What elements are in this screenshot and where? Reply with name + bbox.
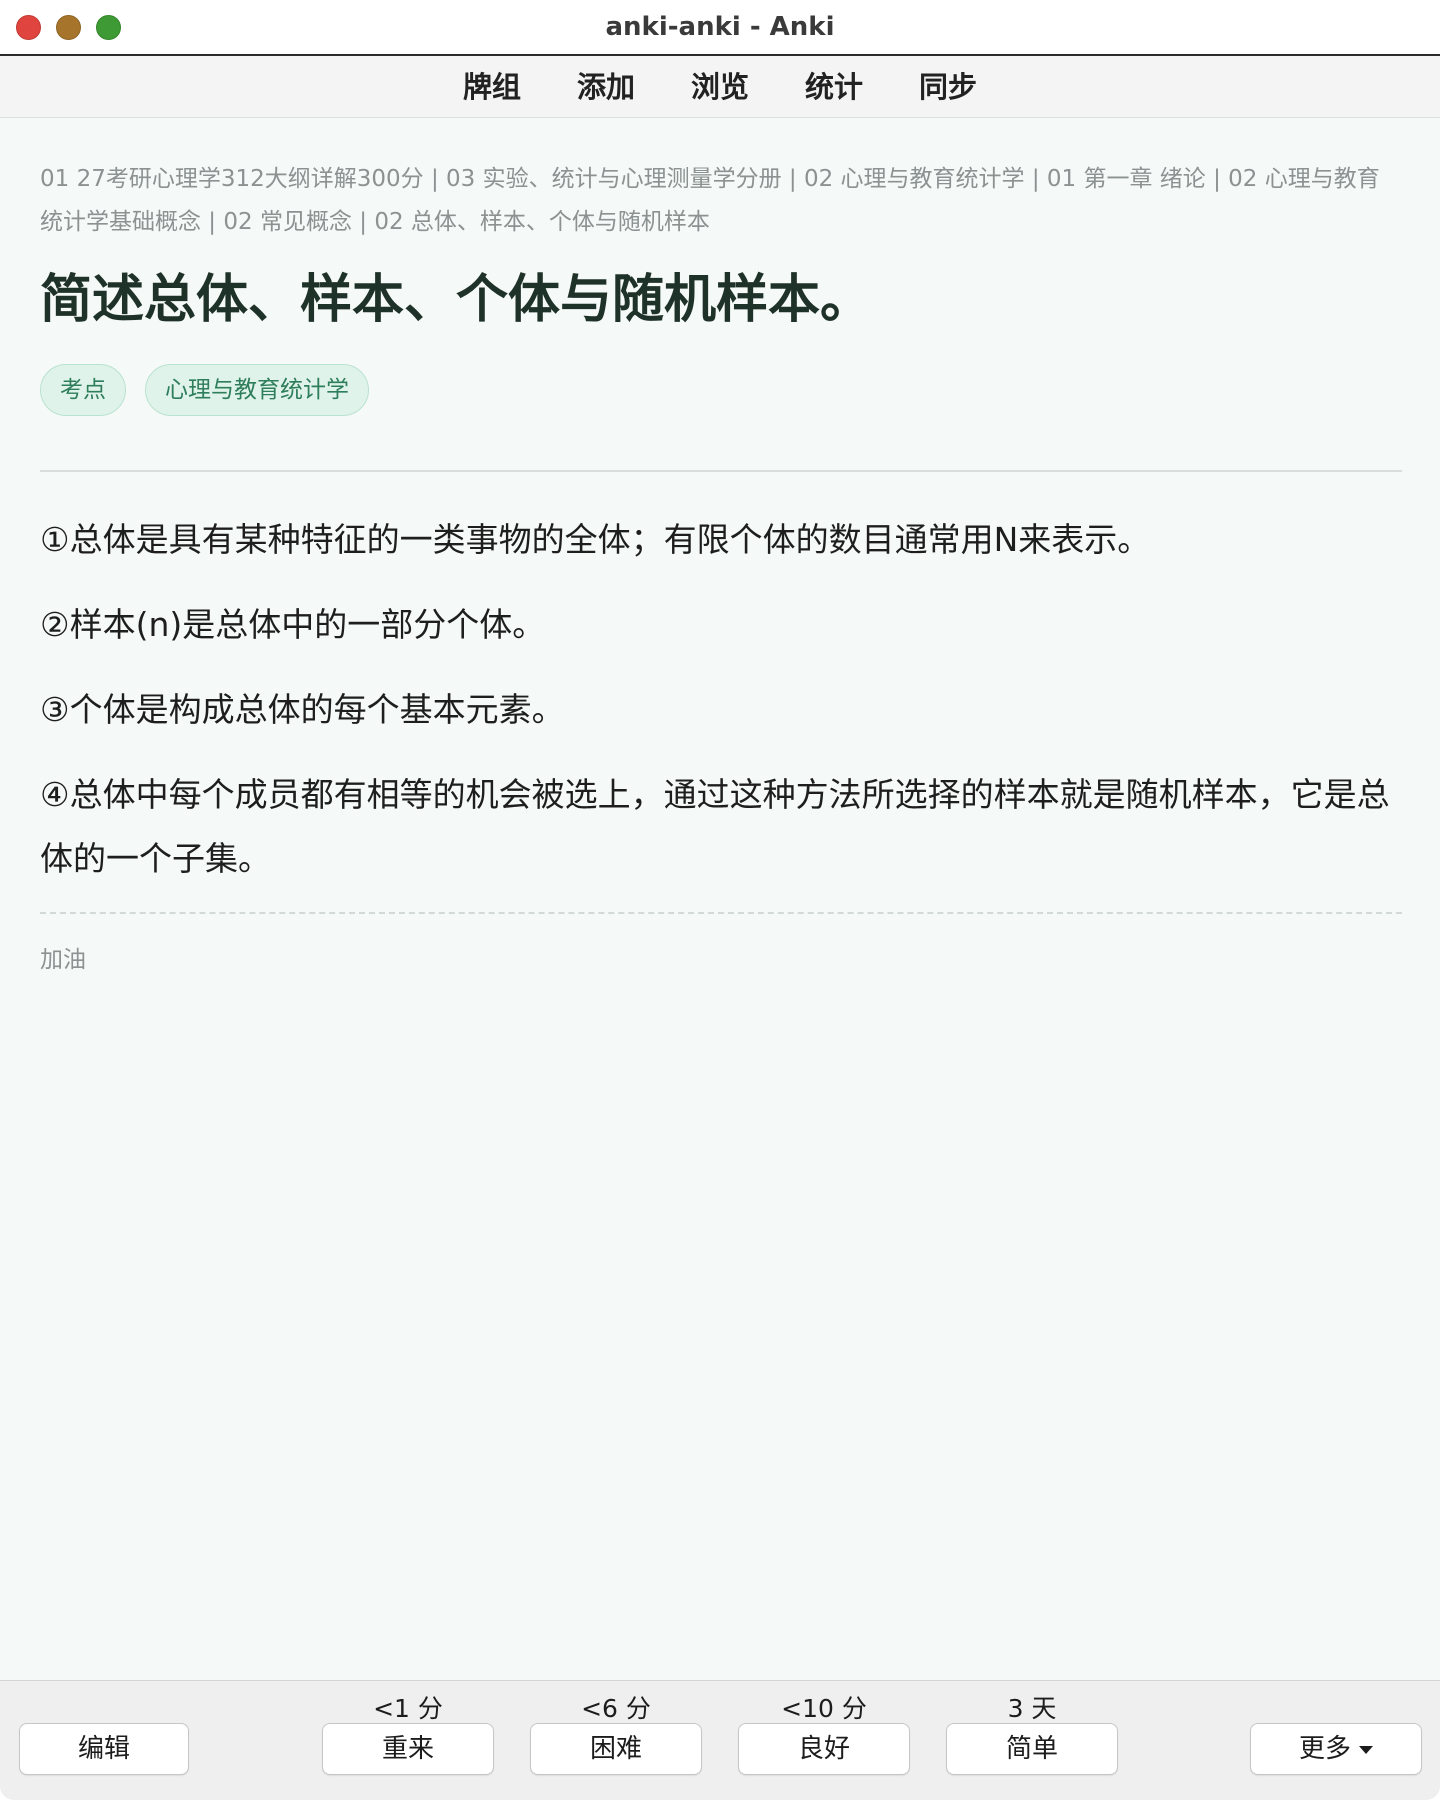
more-button[interactable]: 更多 [1250,1723,1422,1775]
toolbar-stats[interactable]: 统计 [805,67,863,107]
card-question: 简述总体、样本、个体与随机样本。 [40,270,873,330]
card-answer: ①总体是具有某种特征的一类事物的全体；有限个体的数目通常用N来表示。 ②样本(n… [40,508,1402,891]
card-content: 01 27考研心理学312大纲详解300分 | 03 实验、统计与心理测量学分册… [40,158,1402,974]
tag-list: 考点 心理与教育统计学 [40,364,1402,418]
good-interval: <10 分 [781,1694,867,1723]
window-title: anki-anki - Anki [605,12,835,42]
answer-paragraph: ①总体是具有某种特征的一类事物的全体；有限个体的数目通常用N来表示。 [40,520,1151,559]
main-toolbar: 牌组 添加 浏览 统计 同步 [0,56,1440,118]
deck-breadcrumb: 01 27考研心理学312大纲详解300分 | 03 实验、统计与心理测量学分册… [40,166,1380,235]
hard-button[interactable]: 困难 [530,1723,702,1775]
toolbar-sync[interactable]: 同步 [919,67,977,107]
toolbar-browse[interactable]: 浏览 [691,67,749,107]
answer-divider [40,470,1402,472]
anki-window: anki-anki - Anki 牌组 添加 浏览 统计 同步 01 27考研心… [0,0,1440,1800]
tag-chip: 心理与教育统计学 [145,364,369,416]
toolbar-add[interactable]: 添加 [577,67,635,107]
review-bottom-bar: 编辑 <1 分 重来 <6 分 困难 <10 分 良好 3 天 简单 更多 [0,1680,1440,1800]
easy-button[interactable]: 简单 [946,1723,1118,1775]
card-note: 加油 [40,947,86,973]
easy-interval: 3 天 [1007,1694,1057,1723]
note-divider [40,912,1402,914]
edit-button[interactable]: 编辑 [19,1723,189,1775]
tag-chip: 考点 [40,364,126,416]
hard-interval: <6 分 [581,1694,651,1723]
title-bar: anki-anki - Anki [0,0,1440,56]
good-button[interactable]: 良好 [738,1723,910,1775]
more-button-label: 更多 [1298,1734,1351,1764]
chevron-down-icon [1359,1745,1373,1754]
answer-paragraph: ②样本(n)是总体中的一部分个体。 [40,605,546,644]
answer-paragraph: ④总体中每个成员都有相等的机会被选上，通过这种方法所选择的样本就是随机样本，它是… [40,775,1390,878]
toolbar-decks[interactable]: 牌组 [463,67,521,107]
again-interval: <1 分 [373,1694,443,1723]
again-button[interactable]: 重来 [322,1723,494,1775]
answer-paragraph: ③个体是构成总体的每个基本元素。 [40,690,565,729]
